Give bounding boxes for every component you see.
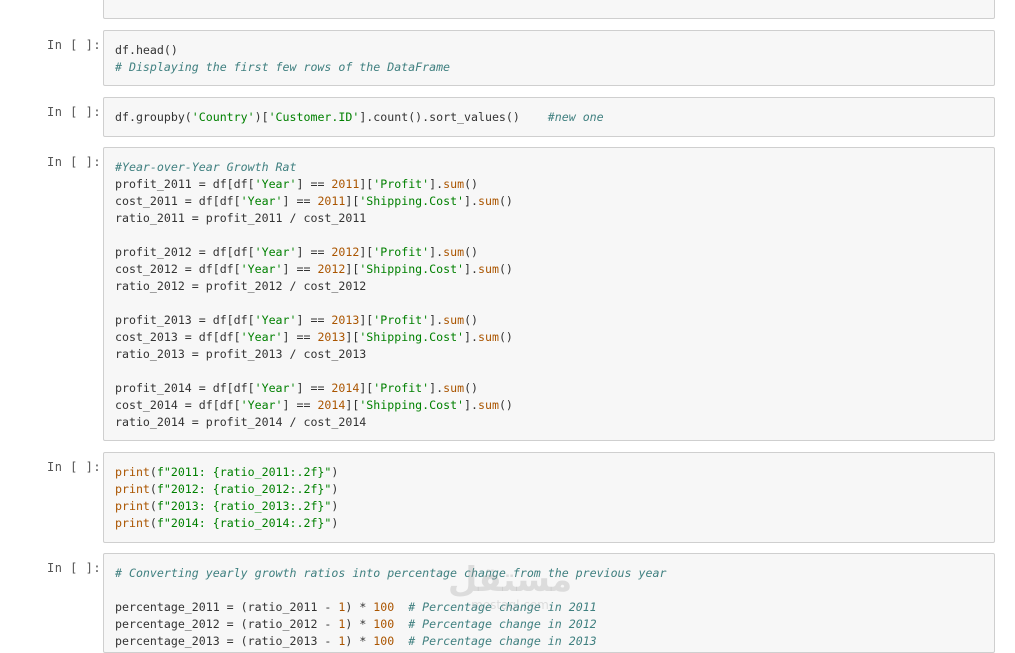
code-line: ratio_2012 = profit_2012 / cost_2012 — [115, 279, 367, 293]
code-line: ratio_2014 = profit_2014 / cost_2014 — [115, 415, 367, 429]
code-line: #Year-over-Year Growth Rat — [115, 160, 297, 174]
input-prompt: In [ ]: — [47, 38, 102, 52]
code-line: print(f"2014: {ratio_2014:.2f}") — [115, 516, 339, 530]
code-editor[interactable]: #Year-over-Year Growth Rat profit_2011 = … — [103, 147, 995, 441]
code-line: percentage_2013 = (ratio_2013 - 1) * 100… — [115, 634, 597, 648]
watermark-logo: مستقل mostaql.com — [445, 562, 575, 622]
input-prompt: In [ ]: — [47, 155, 102, 169]
input-prompt: In [ ]: — [47, 460, 102, 474]
code-line: cost_2012 = df[df['Year'] == 2012]['Ship… — [115, 262, 513, 276]
code-editor[interactable]: df.head() # Displaying the first few rows… — [103, 30, 995, 86]
code-line: profit_2013 = df[df['Year'] == 2013]['Pr… — [115, 313, 479, 327]
code-editor[interactable]: df.groupby('Country')['Customer.ID'].cou… — [103, 97, 995, 137]
code-line: df.head() — [115, 43, 178, 57]
input-prompt: In [ ]: — [47, 561, 102, 575]
watermark-text: مستقل — [447, 560, 573, 600]
code-line: ratio_2011 = profit_2011 / cost_2011 — [115, 211, 367, 225]
code-line: df.groupby('Country')['Customer.ID'].cou… — [115, 110, 604, 124]
code-line: print(f"2013: {ratio_2013:.2f}") — [115, 499, 339, 513]
code-line: cost_2014 = df[df['Year'] == 2014]['Ship… — [115, 398, 513, 412]
code-line: # Converting yearly growth ratios into p… — [115, 566, 667, 580]
code-editor[interactable] — [103, 0, 995, 19]
code-line: print(f"2011: {ratio_2011:.2f}") — [115, 465, 339, 479]
code-editor[interactable]: print(f"2011: {ratio_2011:.2f}") print(f"… — [103, 452, 995, 543]
watermark-sub: mostaql.com — [471, 598, 549, 612]
code-line: cost_2013 = df[df['Year'] == 2013]['Ship… — [115, 330, 513, 344]
code-line: print(f"2012: {ratio_2012:.2f}") — [115, 482, 339, 496]
code-line: # Displaying the first few rows of the D… — [115, 60, 451, 74]
code-line: cost_2011 = df[df['Year'] == 2011]['Ship… — [115, 194, 513, 208]
code-line: percentage_2011 = (ratio_2011 - 1) * 100… — [115, 600, 597, 614]
code-line: profit_2014 = df[df['Year'] == 2014]['Pr… — [115, 381, 479, 395]
code-line: profit_2012 = df[df['Year'] == 2012]['Pr… — [115, 245, 479, 259]
code-line: percentage_2012 = (ratio_2012 - 1) * 100… — [115, 617, 597, 631]
code-line: ratio_2013 = profit_2013 / cost_2013 — [115, 347, 367, 361]
input-prompt: In [ ]: — [47, 105, 102, 119]
code-line: profit_2011 = df[df['Year'] == 2011]['Pr… — [115, 177, 479, 191]
